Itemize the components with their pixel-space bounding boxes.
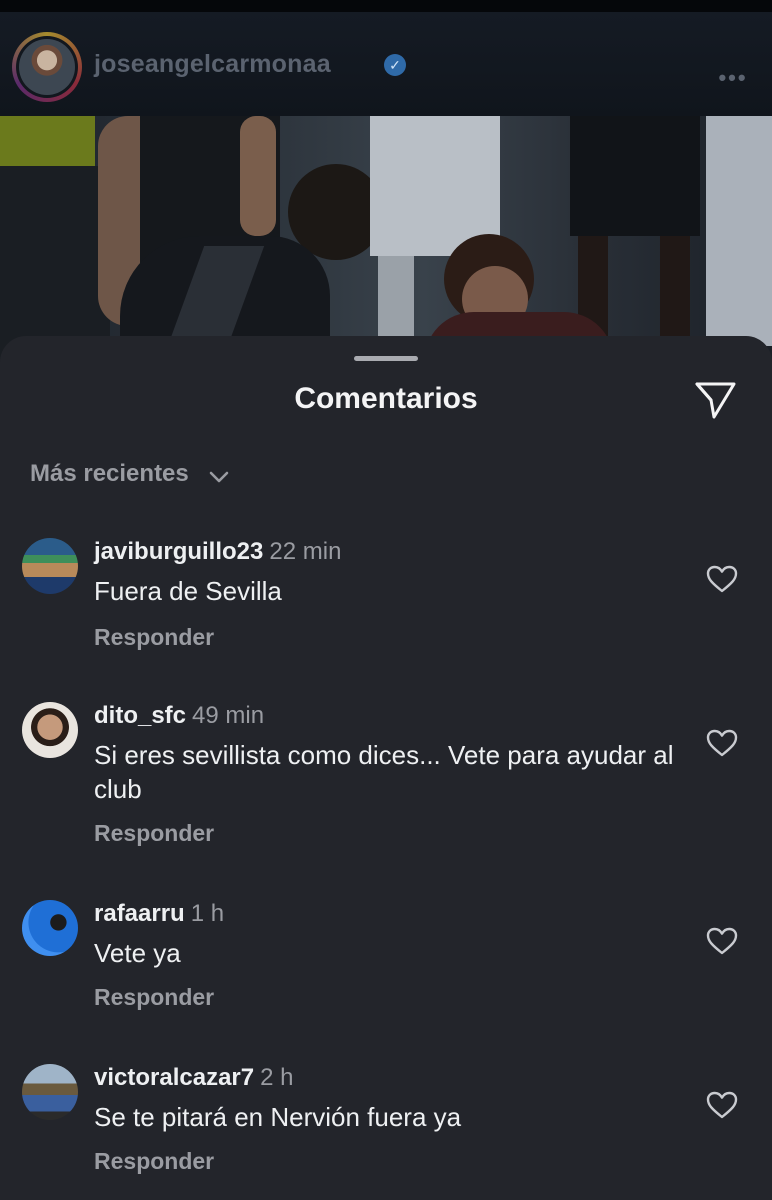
comment-time: 22 min	[269, 538, 342, 565]
sort-label: Más recientes	[30, 460, 189, 487]
status-bar	[0, 0, 772, 12]
comment-username[interactable]: javiburguillo23	[94, 538, 263, 565]
comment-username[interactable]: victoralcazar7	[94, 1064, 254, 1091]
heart-icon[interactable]	[706, 1090, 738, 1120]
chevron-down-icon	[209, 471, 229, 483]
comments-sheet: Comentarios Más recientes javiburguillo2…	[0, 336, 772, 1200]
heart-icon[interactable]	[706, 564, 738, 594]
more-options-icon[interactable]: •••	[718, 67, 748, 89]
reply-button[interactable]: Responder	[94, 820, 214, 847]
comment-text: Vete ya	[94, 938, 181, 968]
comment-username[interactable]: rafaarru	[94, 900, 185, 927]
commenter-avatar[interactable]	[22, 1064, 78, 1120]
commenter-avatar[interactable]	[22, 702, 78, 758]
comment-time: 1 h	[190, 900, 225, 927]
comment-text: Fuera de Sevilla	[94, 576, 282, 606]
comment-text: Si eres sevillista como dices... Vete pa…	[94, 740, 674, 804]
sheet-title: Comentarios	[294, 382, 478, 415]
verified-badge-icon: ✓	[384, 54, 406, 76]
reply-button[interactable]: Responder	[94, 624, 214, 651]
comment-username[interactable]: dito_sfc	[94, 702, 186, 729]
drag-handle[interactable]	[354, 356, 418, 361]
heart-icon[interactable]	[706, 926, 738, 956]
commenter-avatar[interactable]	[22, 538, 78, 594]
poster-username[interactable]: joseangelcarmonaa	[94, 50, 331, 79]
heart-icon[interactable]	[706, 728, 738, 758]
reply-button[interactable]: Responder	[94, 984, 214, 1011]
reply-button[interactable]: Responder	[94, 1148, 214, 1175]
comment-time: 2 h	[260, 1064, 294, 1091]
comment-time: 49 min	[192, 702, 265, 729]
paper-plane-icon[interactable]	[694, 380, 738, 420]
commenter-avatar[interactable]	[22, 900, 78, 956]
sort-dropdown[interactable]: Más recientes	[30, 460, 231, 494]
poster-avatar[interactable]	[12, 32, 82, 102]
post-header: joseangelcarmonaa ✓ •••	[0, 12, 772, 116]
comment-text: Se te pitará en Nervión fuera ya	[94, 1102, 462, 1132]
